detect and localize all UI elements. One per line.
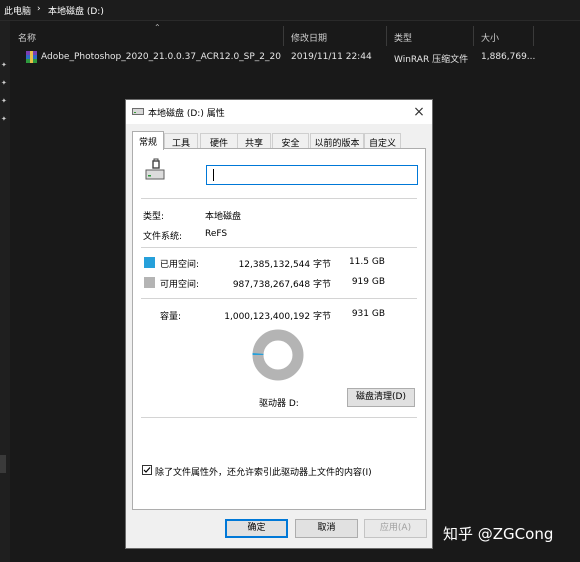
donut-free-segment <box>252 329 304 381</box>
apply-button[interactable]: 应用(A) <box>364 519 427 538</box>
dialog-title: 本地磁盘 (D:) 属性 <box>148 109 225 119</box>
column-name[interactable]: 名称 <box>11 26 284 46</box>
nav-scrollbar-thumb[interactable] <box>0 455 6 473</box>
tab-general[interactable]: 常规 <box>132 131 164 150</box>
divider <box>141 247 417 248</box>
free-space-bytes: 987,738,267,648 字节 <box>232 280 331 290</box>
close-icon[interactable]: × <box>407 101 431 123</box>
column-date[interactable]: 修改日期 <box>284 26 387 46</box>
free-space-gb: 919 GB <box>351 277 385 287</box>
text-caret <box>213 169 214 181</box>
checkmark-icon <box>143 467 151 473</box>
breadcrumb-root[interactable]: 此电脑 <box>4 4 31 17</box>
breadcrumb-separator-icon[interactable]: › <box>37 4 41 14</box>
dialog-titlebar[interactable]: 本地磁盘 (D:) 属性 × <box>126 100 432 124</box>
pin-icon[interactable]: ✦ <box>1 61 7 69</box>
tab-security[interactable]: 安全 <box>272 133 309 149</box>
properties-dialog: 本地磁盘 (D:) 属性 × 常规 工具 硬件 共享 安全 以前的版本 自定义 … <box>125 99 433 549</box>
drive-icon <box>132 108 144 115</box>
breadcrumb: 此电脑 › 本地磁盘 (D:) <box>0 0 580 21</box>
cancel-button[interactable]: 取消 <box>295 519 358 538</box>
watermark: 知乎 @ZGCong <box>443 525 554 543</box>
type-value: 本地磁盘 <box>205 212 242 222</box>
disk-cleanup-button[interactable]: 磁盘清理(D) <box>347 388 415 407</box>
drive-letter-label: 驱动器 D: <box>259 399 299 409</box>
type-label: 类型: <box>143 212 165 222</box>
capacity-gb: 931 GB <box>351 309 385 319</box>
tab-sharing[interactable]: 共享 <box>237 133 271 149</box>
winrar-archive-icon <box>26 51 37 63</box>
tab-strip: 常规 工具 硬件 共享 安全 以前的版本 自定义 <box>132 131 426 150</box>
divider <box>141 417 417 418</box>
filesystem-value: ReFS <box>205 229 228 239</box>
usage-donut-chart <box>252 329 304 381</box>
index-checkbox-label[interactable]: 除了文件属性外，还允许索引此驱动器上文件的内容(I) <box>155 465 372 478</box>
file-name: Adobe_Photoshop_2020_21.0.0.37_ACR12.0_S… <box>41 52 281 62</box>
general-tab-panel: 类型: 本地磁盘 文件系统: ReFS 已用空间: 12,385,132,544… <box>132 148 426 510</box>
used-space-label: 已用空间: <box>160 260 200 270</box>
file-type: WinRAR 压缩文件 <box>394 55 469 65</box>
filesystem-label: 文件系统: <box>143 232 183 242</box>
divider <box>141 198 417 199</box>
used-space-gb: 11.5 GB <box>348 257 385 267</box>
pin-icon[interactable]: ✦ <box>1 79 7 87</box>
pin-icon[interactable]: ✦ <box>1 97 7 105</box>
file-size: 1,886,769... <box>481 52 536 62</box>
pin-icon[interactable]: ✦ <box>1 115 7 123</box>
divider <box>141 298 417 299</box>
index-checkbox[interactable] <box>142 465 152 475</box>
drive-large-icon <box>145 158 165 180</box>
used-space-swatch <box>144 257 155 268</box>
used-space-bytes: 12,385,132,544 字节 <box>238 260 331 270</box>
navigation-pane: ✦ ✦ ✦ ✦ <box>0 21 10 562</box>
tab-customize[interactable]: 自定义 <box>364 133 401 149</box>
file-date: 2019/11/11 22:44 <box>291 52 372 62</box>
column-type[interactable]: 类型 <box>387 26 474 46</box>
volume-name-input[interactable] <box>206 165 418 185</box>
free-space-label: 可用空间: <box>160 280 200 290</box>
free-space-swatch <box>144 277 155 288</box>
column-header-row: ⌃ 名称 修改日期 类型 大小 <box>11 23 580 46</box>
column-size[interactable]: 大小 <box>474 26 534 46</box>
capacity-label: 容量: <box>160 312 182 322</box>
breadcrumb-current[interactable]: 本地磁盘 (D:) <box>48 4 104 17</box>
ok-button[interactable]: 确定 <box>225 519 288 538</box>
tab-tools[interactable]: 工具 <box>164 133 198 149</box>
file-row[interactable]: Adobe_Photoshop_2020_21.0.0.37_ACR12.0_S… <box>11 49 580 67</box>
capacity-bytes: 1,000,123,400,192 字节 <box>224 312 331 322</box>
tab-hardware[interactable]: 硬件 <box>200 133 238 149</box>
tab-previous-versions[interactable]: 以前的版本 <box>310 133 364 149</box>
